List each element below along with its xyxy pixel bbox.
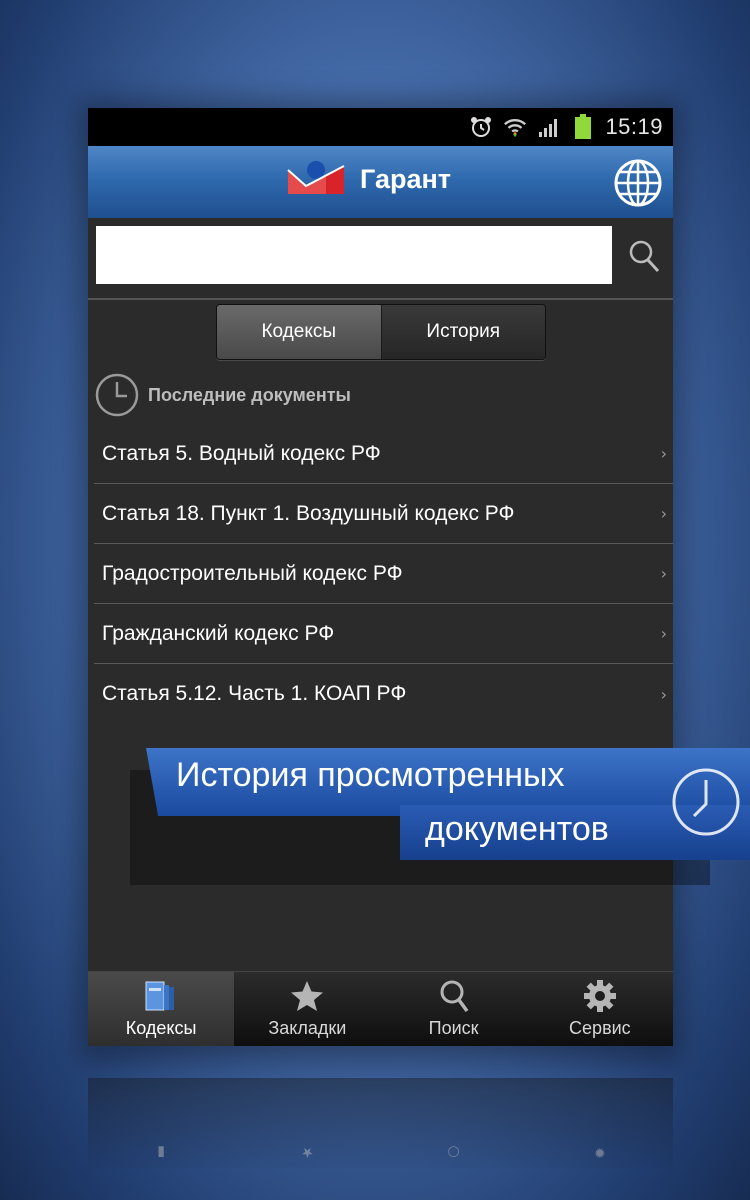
tab-label: Кодексы xyxy=(125,1018,197,1038)
alarm-icon xyxy=(469,115,493,139)
clock-icon xyxy=(95,373,139,417)
reflection-tab: ○ xyxy=(447,1144,460,1160)
tab-history[interactable]: История xyxy=(381,305,545,359)
recent-documents-header: Последние документы xyxy=(94,372,654,418)
list-item-label: Гражданский кодекс РФ xyxy=(102,621,335,645)
reflection-tab: ★ xyxy=(301,1144,314,1160)
garant-logo xyxy=(287,161,345,194)
list-item-label: Статья 5.12. Часть 1. КОАП РФ xyxy=(102,682,407,705)
status-time: 15:19 xyxy=(605,114,663,139)
promo-banner-line2: документов xyxy=(425,810,609,848)
tab-label: Закладки xyxy=(268,1018,347,1038)
app-header: Гарант xyxy=(88,146,673,220)
list-item[interactable]: Статья 18. Пункт 1. Воздушный кодекс РФ … xyxy=(94,484,673,544)
reflection-tab: ✹ xyxy=(594,1144,606,1160)
recent-documents-title: Последние документы xyxy=(148,384,351,405)
list-item-label: Статья 18. Пункт 1. Воздушный кодекс РФ xyxy=(102,501,515,525)
tab-service[interactable]: Сервис xyxy=(527,972,673,1046)
document-list: Статья 5. Водный кодекс РФ › Статья 18. … xyxy=(94,424,673,724)
list-item[interactable]: Статья 5.12. Часть 1. КОАП РФ › xyxy=(94,664,673,724)
bottom-tab-bar: Кодексы Закладки Поиск Сервис xyxy=(88,971,673,1046)
status-bar: 15:19 xyxy=(88,108,673,146)
chevron-right-icon: › xyxy=(660,444,667,463)
tab-codes-bottom[interactable]: Кодексы xyxy=(88,972,235,1046)
search-input[interactable] xyxy=(96,226,612,284)
list-item[interactable]: Градостроительный кодекс РФ › xyxy=(94,544,673,604)
gear-icon xyxy=(582,978,618,1014)
phone-screen: 15:19 Гарант Кодексы История Последние д… xyxy=(88,108,673,1046)
signal-icon xyxy=(537,115,561,139)
tab-label: Сервис xyxy=(569,1018,631,1038)
search-bar xyxy=(88,218,673,300)
clock-icon xyxy=(672,768,740,836)
battery-icon xyxy=(571,114,595,139)
app-title: Гарант xyxy=(360,164,452,194)
globe-icon[interactable] xyxy=(613,158,663,208)
list-item-label: Градостроительный кодекс РФ xyxy=(102,561,403,585)
books-icon xyxy=(143,978,179,1014)
search-icon xyxy=(436,978,472,1014)
chevron-right-icon: › xyxy=(660,684,667,704)
segmented-control: Кодексы История xyxy=(216,304,546,360)
reflection-tab: ▮ xyxy=(157,1144,165,1160)
chevron-right-icon: › xyxy=(660,564,667,583)
tab-bookmarks[interactable]: Закладки xyxy=(234,972,380,1046)
list-item-label: Статья 5. Водный кодекс РФ xyxy=(102,441,381,465)
promo-banner-line1: История просмотренных xyxy=(176,756,565,794)
star-icon xyxy=(289,978,325,1014)
tab-codes[interactable]: Кодексы xyxy=(217,305,382,359)
chevron-right-icon: › xyxy=(660,504,667,523)
wifi-icon xyxy=(503,115,527,139)
list-item[interactable]: Гражданский кодекс РФ › xyxy=(94,604,673,664)
chevron-right-icon: › xyxy=(660,624,667,643)
search-icon[interactable] xyxy=(627,238,661,274)
phone-reflection: ▮ ★ ○ ✹ xyxy=(88,1078,673,1168)
tab-search[interactable]: Поиск xyxy=(381,972,527,1046)
list-item[interactable]: Статья 5. Водный кодекс РФ › xyxy=(94,424,673,484)
tab-label: Поиск xyxy=(428,1018,479,1038)
